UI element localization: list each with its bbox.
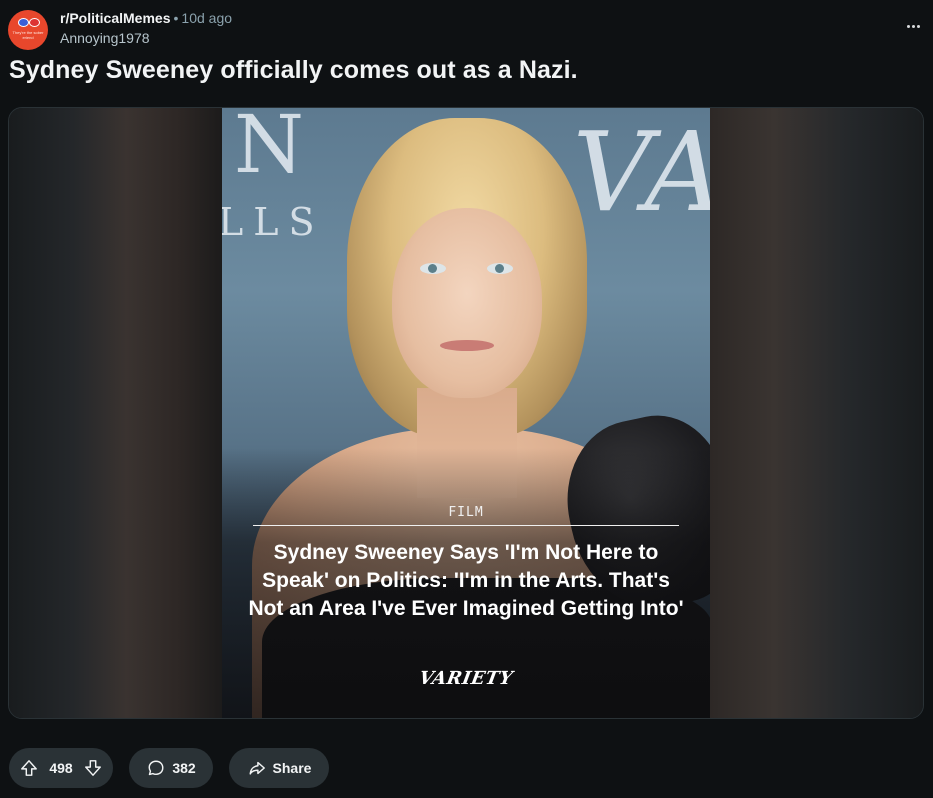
subreddit-avatar[interactable]: They're the sober eriend [8,10,48,50]
backdrop-letter: VA [572,108,710,236]
post-author[interactable]: Annoying1978 [60,30,150,46]
comment-bubble-icon [146,758,166,778]
arrow-down-icon[interactable] [83,758,103,778]
portrait-face [392,208,542,398]
more-horizontal-icon [906,24,910,28]
comments-button[interactable]: 382 [129,748,213,788]
upvote-count: 498 [49,760,73,776]
post-header: They're the sober eriend r/PoliticalMeme… [8,6,925,50]
subreddit-name[interactable]: r/PoliticalMemes [60,10,171,26]
backdrop-letter: N [234,108,304,191]
portrait-mouth [440,340,494,351]
avatar-eye-right [29,18,40,27]
comment-count: 382 [172,760,196,776]
backdrop-letter: LLS [222,200,325,244]
media-blur-left [9,108,222,718]
post-media[interactable]: N VA LLS FILM Sydney Sweeney Says 'I'm N… [8,107,924,719]
post-title[interactable]: Sydney Sweeney officially comes out as a… [9,56,578,85]
avatar-eye-left [18,18,29,27]
more-horizontal-icon [911,24,915,28]
variety-logo: VARIETY [417,668,515,689]
article-headline: Sydney Sweeney Says 'I'm Not Here to Spe… [248,541,684,620]
media-blur-right [710,108,923,718]
share-button[interactable]: Share [229,748,329,788]
caption-divider [253,525,679,526]
subreddit-line: r/PoliticalMemes • 10d ago [60,10,232,26]
portrait-eye-right [487,263,513,274]
post-actions: 498 382 Share [9,748,329,788]
post-image[interactable]: N VA LLS FILM Sydney Sweeney Says 'I'm N… [222,108,710,718]
avatar-caption: They're the sober eriend [12,30,44,40]
more-horizontal-icon [916,24,920,28]
article-category: FILM [448,505,484,520]
post-time: 10d ago [181,10,233,26]
time-separator: • [173,10,179,26]
portrait-eye-left [420,263,446,274]
share-arrow-icon [247,758,267,778]
vote-control: 498 [9,748,113,788]
more-options-button[interactable] [901,16,925,36]
arrow-up-icon[interactable] [19,758,39,778]
share-label: Share [272,760,312,776]
